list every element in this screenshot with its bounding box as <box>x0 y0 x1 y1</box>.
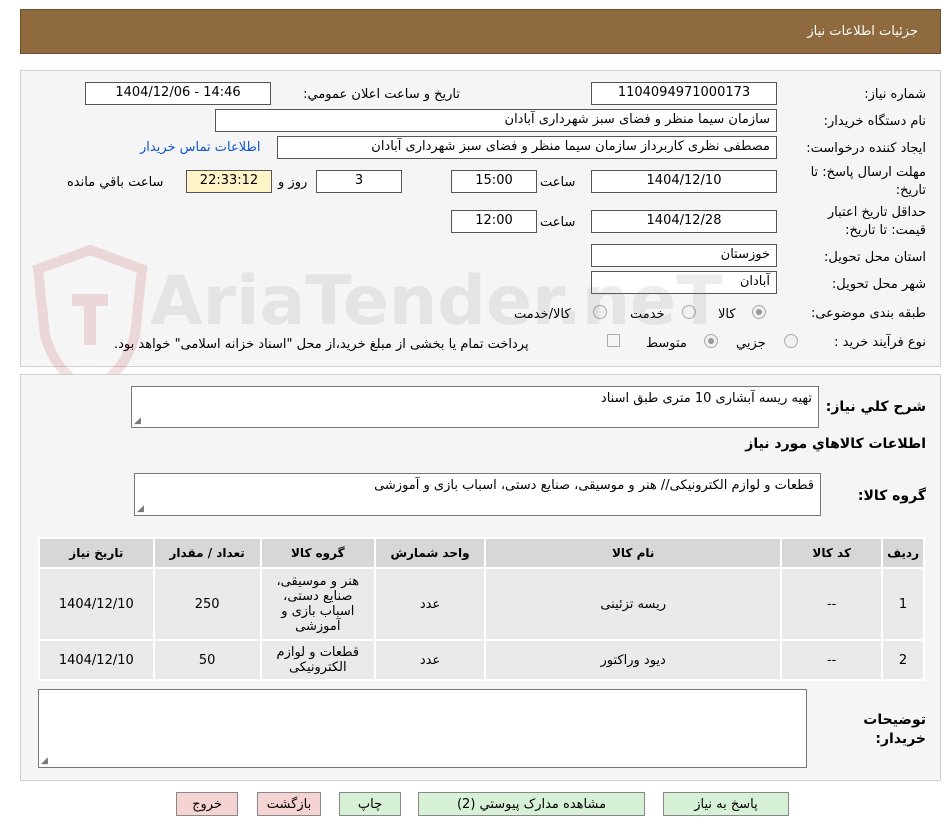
category-radio-service[interactable] <box>682 305 696 319</box>
product-group-text: قطعات و لوازم الکترونیکی// هنر و موسیقی،… <box>374 478 814 493</box>
product-group-textarea[interactable]: قطعات و لوازم الکترونیکی// هنر و موسیقی،… <box>134 473 821 516</box>
items-section-title: اطلاعات کالاهاي مورد نیاز <box>745 436 926 452</box>
description-text: تهیه ریسه آبشاری 10 متری طبق اسناد <box>600 391 812 406</box>
need-number-field[interactable]: 1104094971000173 <box>591 82 777 105</box>
cell-quantity: 250 <box>152 567 262 641</box>
table-row[interactable]: 2 -- دیود وراکتور عدد قطعات و لوازم الکت… <box>38 639 925 681</box>
remaining-label: ساعت باقي مانده <box>67 175 164 190</box>
category-option-goods-service: کالا/خدمت <box>514 307 571 322</box>
deadline-label-line1: مهلت ارسال پاسخ: تا <box>810 165 926 180</box>
col-header-quantity: تعداد / مقدار <box>152 537 262 569</box>
product-group-label: گروه کالا: <box>857 488 926 504</box>
validity-date-field[interactable]: 1404/12/28 <box>591 210 777 233</box>
category-option-service: خدمت <box>630 307 665 322</box>
cell-name: ریسه تزئینی <box>484 567 783 641</box>
cell-date: 1404/12/10 <box>38 639 155 681</box>
description-label: شرح کلي نیاز: <box>825 399 926 415</box>
resize-grip-icon[interactable]: ◢ <box>137 504 144 514</box>
treasury-payment-checkbox[interactable] <box>607 334 620 347</box>
back-button[interactable]: بازگشت <box>257 792 321 816</box>
deadline-time-field[interactable]: 15:00 <box>451 170 537 193</box>
deadline-date-field[interactable]: 1404/12/10 <box>591 170 777 193</box>
cell-quantity: 50 <box>152 639 262 681</box>
category-option-goods: کالا <box>718 307 736 322</box>
deadline-time-label: ساعت <box>540 175 576 190</box>
announce-label: تاریخ و ساعت اعلان عمومي: <box>303 87 460 102</box>
validity-time-label: ساعت <box>540 215 576 230</box>
remaining-time-field: 22:33:12 <box>186 170 272 193</box>
days-field[interactable]: 3 <box>316 170 402 193</box>
creator-field[interactable]: مصطفی نظری کاربرداز سازمان سیما منظر و ف… <box>277 136 777 159</box>
treasury-payment-note: پرداخت تمام یا بخشی از مبلغ خرید،از محل … <box>114 337 529 352</box>
validity-label-line2: قیمت: تا تاریخ: <box>845 223 926 238</box>
page-header: جزئیات اطلاعات نیاز <box>20 9 941 54</box>
exit-button[interactable]: خروج <box>176 792 238 816</box>
col-header-code: کد کالا <box>780 537 884 569</box>
col-header-name: نام کالا <box>484 537 783 569</box>
cell-code: -- <box>780 639 884 681</box>
col-header-unit: واحد شمارش <box>373 537 487 569</box>
buyer-org-field[interactable]: سازمان سیما منظر و فضای سبز شهرداری آباد… <box>215 109 777 132</box>
process-label: نوع فرآیند خرید : <box>834 335 926 350</box>
col-header-group: گروه کالا <box>259 537 376 569</box>
city-label: شهر محل تحویل: <box>831 277 926 292</box>
category-label: طبقه بندی موضوعی: <box>810 306 926 321</box>
cell-date: 1404/12/10 <box>38 567 155 641</box>
process-option-minor: جزیي <box>736 336 766 351</box>
cell-unit: عدد <box>373 639 487 681</box>
description-textarea[interactable]: تهیه ریسه آبشاری 10 متری طبق اسناد ◢ <box>131 386 819 428</box>
city-field[interactable]: آبادان <box>591 271 777 294</box>
buyer-contact-link[interactable]: اطلاعات تماس خریدار <box>140 140 260 155</box>
buyer-org-label: نام دستگاه خریدار: <box>823 114 926 129</box>
validity-label-line1: حداقل تاریخ اعتبار <box>827 205 926 220</box>
resize-grip-icon[interactable]: ◢ <box>134 416 141 426</box>
items-table: ردیف کد کالا نام کالا واحد شمارش گروه کا… <box>38 537 925 681</box>
category-radio-goods-service[interactable] <box>593 305 607 319</box>
process-radio-medium[interactable] <box>704 334 718 348</box>
resize-grip-icon[interactable]: ◢ <box>41 756 48 766</box>
announce-field[interactable]: 1404/12/06 - 14:46 <box>85 82 271 105</box>
cell-group: هنر و موسیقی، صنایع دستی، اسباب بازی و آ… <box>259 567 376 641</box>
print-button[interactable]: چاپ <box>339 792 401 816</box>
category-radio-goods[interactable] <box>752 305 766 319</box>
col-header-date: تاریخ نیاز <box>38 537 155 569</box>
cell-group: قطعات و لوازم الکترونیکی <box>259 639 376 681</box>
view-attachments-button[interactable]: مشاهده مدارک پیوستي (2) <box>418 792 645 816</box>
col-header-row: ردیف <box>881 537 925 569</box>
cell-unit: عدد <box>373 567 487 641</box>
table-row[interactable]: 1 -- ریسه تزئینی عدد هنر و موسیقی، صنایع… <box>38 567 925 641</box>
buyer-notes-label-line2: خریدار: <box>875 731 926 747</box>
validity-time-field[interactable]: 12:00 <box>451 210 537 233</box>
province-field[interactable]: خوزستان <box>591 244 777 267</box>
days-label: روز و <box>278 175 308 190</box>
process-radio-minor[interactable] <box>784 334 798 348</box>
creator-label: ایجاد کننده درخواست: <box>806 141 926 156</box>
buyer-notes-label-line1: توضیحات <box>863 712 926 728</box>
cell-row-number: 2 <box>881 639 925 681</box>
deadline-label-line2: تاریخ: <box>895 183 926 198</box>
buyer-notes-textarea[interactable]: ◢ <box>38 689 807 768</box>
table-header-row: ردیف کد کالا نام کالا واحد شمارش گروه کا… <box>38 537 925 569</box>
cell-code: -- <box>780 567 884 641</box>
cell-name: دیود وراکتور <box>484 639 783 681</box>
reply-button[interactable]: پاسخ به نیاز <box>663 792 789 816</box>
cell-row-number: 1 <box>881 567 925 641</box>
province-label: استان محل تحویل: <box>824 250 926 265</box>
need-number-label: شماره نیاز: <box>864 87 926 102</box>
page-title: جزئیات اطلاعات نیاز <box>807 24 918 39</box>
process-option-medium: متوسط <box>646 336 687 351</box>
